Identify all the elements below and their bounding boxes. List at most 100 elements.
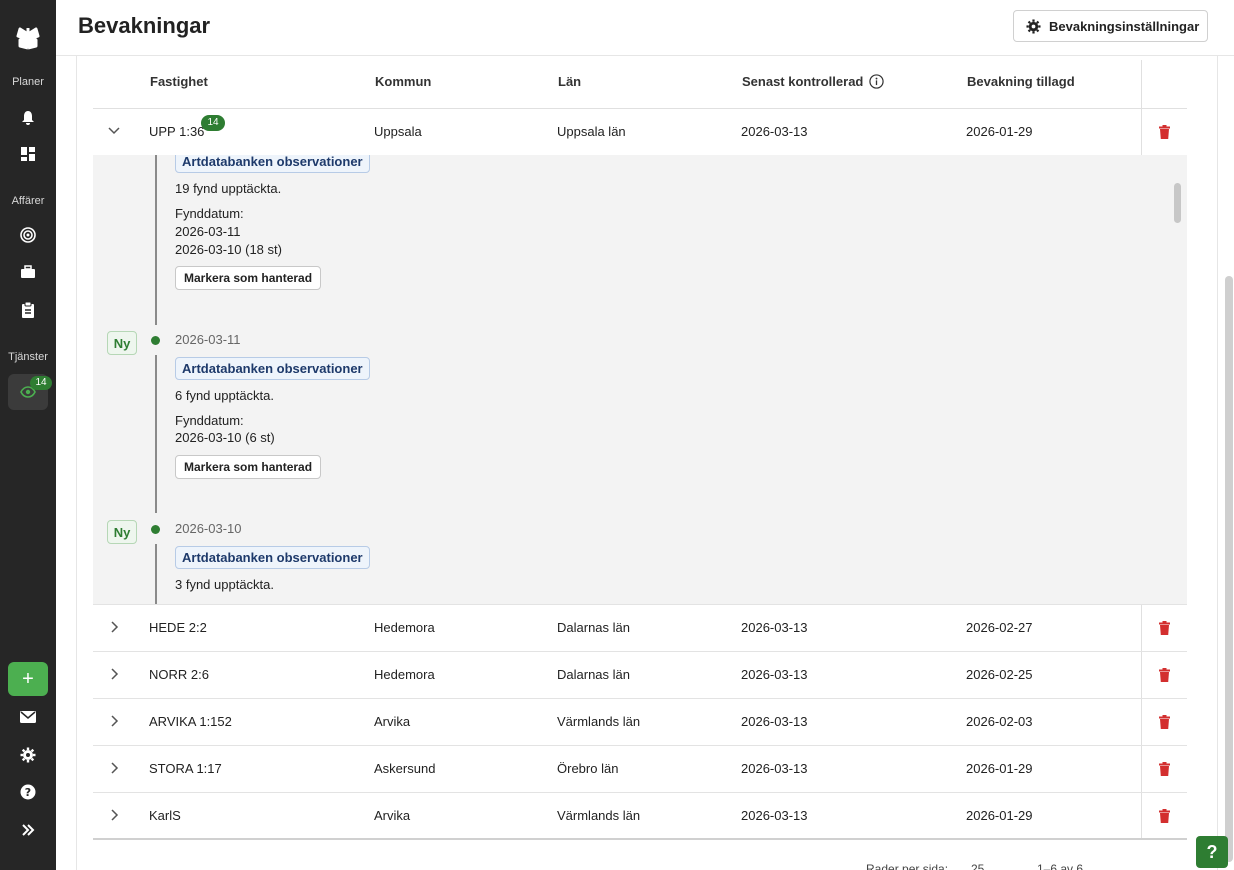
event-found-text: 19 fynd upptäckta. bbox=[175, 181, 282, 196]
cell-fastighet[interactable]: ARVIKA 1:152 bbox=[149, 714, 232, 729]
cell-senast: 2026-03-13 bbox=[741, 124, 808, 139]
column-header-fastighet[interactable]: Fastighet bbox=[150, 74, 208, 89]
cell-fastighet[interactable]: KarlS bbox=[149, 808, 181, 823]
source-tag: Artdatabanken observationer bbox=[175, 357, 370, 380]
fynddatum-value: 2026-03-10 (6 st) bbox=[175, 430, 275, 445]
page-header: Bevakningar Bevakningsinställningar bbox=[56, 0, 1234, 56]
fynddatum-value: 2026-03-10 (18 st) bbox=[175, 242, 282, 257]
table-row[interactable]: STORA 1:17 Askersund Örebro län 2026-03-… bbox=[93, 746, 1187, 793]
cell-senast: 2026-03-13 bbox=[741, 620, 808, 635]
cell-senast: 2026-03-13 bbox=[741, 667, 808, 682]
chevron-right-icon[interactable] bbox=[107, 620, 121, 634]
mark-handled-button[interactable]: Markera som hanterad bbox=[175, 266, 322, 290]
cell-tillagd: 2026-02-25 bbox=[966, 667, 1033, 682]
clipboard-icon[interactable] bbox=[18, 300, 38, 320]
table-row[interactable]: HEDE 2:2 Hedemora Dalarnas län 2026-03-1… bbox=[93, 605, 1187, 652]
help-icon[interactable]: ? bbox=[18, 782, 38, 802]
cell-fastighet[interactable]: UPP 1:36 bbox=[149, 124, 204, 139]
table-row[interactable]: KarlS Arvika Värmlands län 2026-03-13 20… bbox=[93, 793, 1187, 840]
sidebar-notification-badge: 14 bbox=[30, 376, 52, 390]
chevron-right-icon[interactable] bbox=[107, 761, 121, 775]
trash-icon bbox=[1159, 668, 1170, 682]
delete-button[interactable] bbox=[1141, 793, 1187, 838]
add-button[interactable]: + bbox=[8, 662, 48, 696]
source-tag: Artdatabanken observationer bbox=[175, 546, 370, 569]
cell-fastighet[interactable]: HEDE 2:2 bbox=[149, 620, 207, 635]
table-row[interactable]: NORR 2:6 Hedemora Dalarnas län 2026-03-1… bbox=[93, 652, 1187, 699]
cell-kommun: Hedemora bbox=[374, 620, 435, 635]
table-row-expanded[interactable]: UPP 1:36 14 Uppsala Uppsala län 2026-03-… bbox=[93, 109, 1187, 156]
briefcase-icon[interactable] bbox=[18, 262, 38, 282]
timeline-scrollbar[interactable] bbox=[1174, 183, 1181, 223]
table-row[interactable]: ARVIKA 1:152 Arvika Värmlands län 2026-0… bbox=[93, 699, 1187, 746]
trash-icon bbox=[1159, 762, 1170, 776]
column-header-tillagd[interactable]: Bevakning tillagd bbox=[967, 74, 1075, 89]
pagination-range: 1–6 av 6 bbox=[1037, 862, 1084, 870]
gear-icon[interactable] bbox=[18, 745, 38, 765]
cell-lan: Värmlands län bbox=[557, 808, 641, 823]
column-divider bbox=[1141, 60, 1142, 108]
column-header-kommun[interactable]: Kommun bbox=[375, 74, 431, 89]
delete-button[interactable] bbox=[1141, 699, 1187, 745]
cell-fastighet[interactable]: NORR 2:6 bbox=[149, 667, 209, 682]
cell-fastighet[interactable]: STORA 1:17 bbox=[149, 761, 222, 776]
mark-handled-button[interactable]: Markera som hanterad bbox=[175, 455, 322, 479]
delete-button[interactable] bbox=[1141, 605, 1187, 651]
sidebar-section-affarer: Affärer bbox=[11, 195, 45, 207]
timeline-dot bbox=[151, 336, 160, 345]
cell-kommun: Askersund bbox=[374, 761, 436, 776]
source-tag: Artdatabanken observationer bbox=[175, 155, 370, 173]
cell-tillagd: 2026-02-27 bbox=[966, 620, 1033, 635]
row-notification-badge: 14 bbox=[201, 115, 225, 131]
settings-button[interactable]: Bevakningsinställningar bbox=[1013, 10, 1208, 42]
rows-per-page-select[interactable]: 25 bbox=[971, 862, 984, 870]
cell-tillagd: 2026-02-03 bbox=[966, 714, 1033, 729]
dashboard-icon[interactable] bbox=[18, 144, 38, 164]
help-button[interactable]: ? bbox=[1196, 836, 1228, 868]
app-root: Planer Affärer Tjänster 14 + ? Bevakning… bbox=[0, 0, 1234, 870]
question-icon: ? bbox=[1206, 841, 1218, 862]
chevron-down-icon[interactable] bbox=[107, 124, 121, 138]
trash-icon bbox=[1159, 125, 1170, 139]
target-icon[interactable] bbox=[18, 225, 38, 245]
mail-icon[interactable] bbox=[18, 707, 38, 727]
cell-lan: Uppsala län bbox=[557, 124, 626, 139]
main-content: Fastighet Kommun Län Senast kontrollerad… bbox=[56, 56, 1234, 870]
cell-lan: Värmlands län bbox=[557, 714, 641, 729]
cell-tillagd: 2026-01-29 bbox=[966, 808, 1033, 823]
delete-button[interactable] bbox=[1141, 109, 1187, 155]
timeline-line bbox=[155, 355, 157, 513]
cell-senast: 2026-03-13 bbox=[741, 761, 808, 776]
sidebar: Planer Affärer Tjänster 14 + ? bbox=[0, 0, 56, 870]
cell-lan: Örebro län bbox=[557, 761, 619, 776]
fynddatum-value: 2026-03-11 bbox=[175, 224, 241, 239]
delete-button[interactable] bbox=[1141, 652, 1187, 698]
app-logo-icon[interactable] bbox=[14, 24, 42, 52]
cell-kommun: Hedemora bbox=[374, 667, 435, 682]
expand-sidebar-icon[interactable] bbox=[18, 820, 38, 840]
info-icon[interactable] bbox=[869, 74, 885, 89]
delete-button[interactable] bbox=[1141, 746, 1187, 792]
chevron-right-icon[interactable] bbox=[107, 667, 121, 681]
column-header-senast[interactable]: Senast kontrollerad bbox=[742, 74, 885, 89]
column-header-lan[interactable]: Län bbox=[558, 74, 581, 89]
timeline-dot bbox=[151, 525, 160, 534]
sidebar-section-tjanster: Tjänster bbox=[8, 351, 48, 363]
bell-icon[interactable] bbox=[18, 108, 38, 128]
cell-senast: 2026-03-13 bbox=[741, 808, 808, 823]
cell-tillagd: 2026-01-29 bbox=[966, 761, 1033, 776]
page-scrollbar[interactable] bbox=[1225, 276, 1233, 862]
column-header-senast-label: Senast kontrollerad bbox=[742, 74, 864, 89]
cell-kommun: Arvika bbox=[374, 808, 411, 823]
sidebar-section-planer: Planer bbox=[12, 76, 44, 88]
chevron-right-icon[interactable] bbox=[107, 714, 121, 728]
cell-kommun: Arvika bbox=[374, 714, 411, 729]
event-found-text: 6 fynd upptäckta. bbox=[175, 388, 275, 403]
cell-kommun: Uppsala bbox=[374, 124, 422, 139]
gear-icon bbox=[1026, 18, 1041, 34]
rows-per-page-label: Rader per sida: bbox=[866, 862, 949, 870]
plus-icon: + bbox=[22, 667, 34, 690]
event-date: 2026-03-11 bbox=[175, 332, 241, 347]
chevron-right-icon[interactable] bbox=[107, 808, 121, 822]
timeline-line bbox=[155, 155, 157, 325]
